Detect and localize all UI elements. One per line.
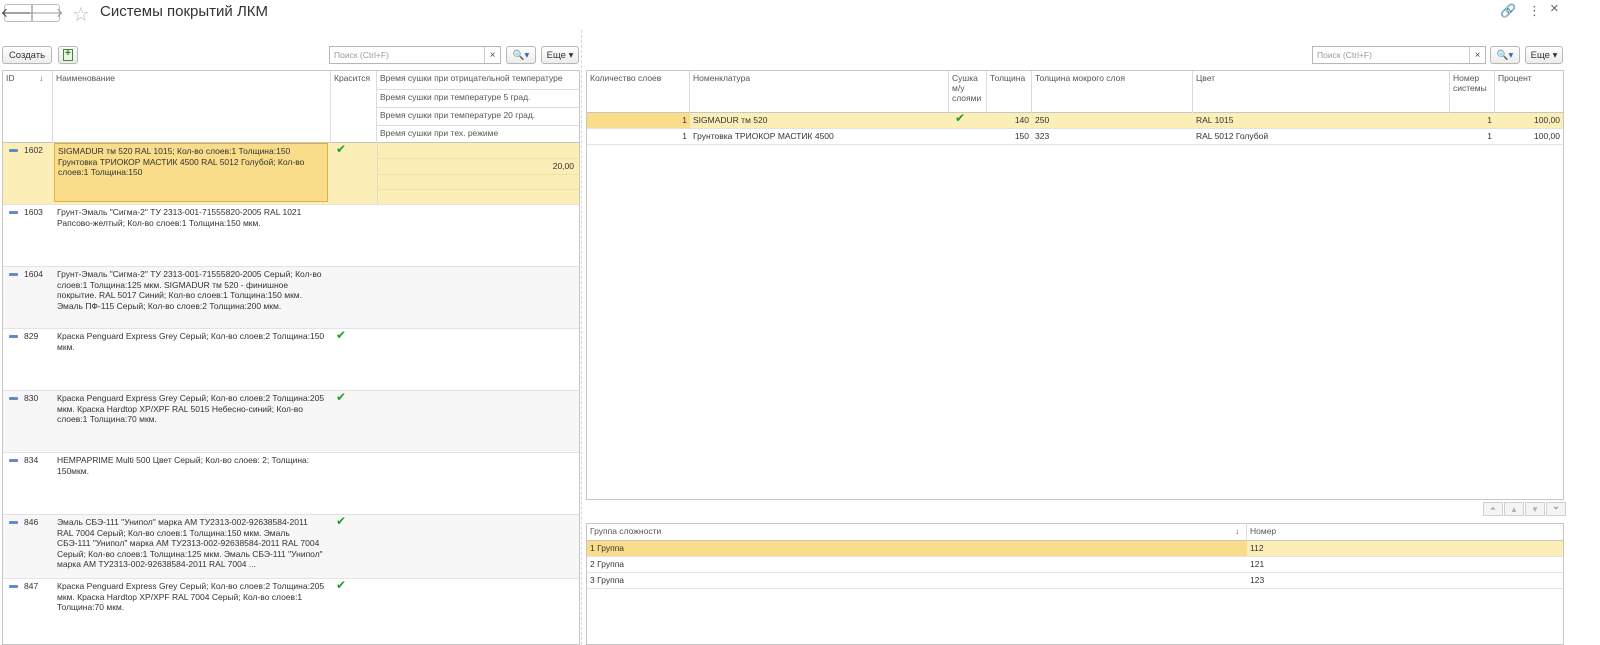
col-header-number[interactable]: Номер bbox=[1247, 524, 1563, 541]
clear-search-icon[interactable]: × bbox=[1469, 47, 1485, 63]
table-row[interactable]: 1 Грунтовка ТРИОКОР МАСТИК 4500 150 323 … bbox=[587, 129, 1563, 145]
item-icon bbox=[9, 273, 18, 276]
table-header: Количество слоев Номенклатура Сушка м/у … bbox=[587, 71, 1563, 113]
arrow-top-icon: ⏶ bbox=[1489, 504, 1497, 513]
add-document-icon bbox=[63, 48, 73, 61]
search-options-button-left[interactable]: 🔍▾ bbox=[506, 46, 536, 64]
move-top-button[interactable]: ⏶ bbox=[1483, 502, 1503, 516]
paint-check-icon: ✔ bbox=[336, 390, 347, 404]
col-header-id[interactable]: ID ↓ bbox=[3, 71, 53, 143]
item-icon bbox=[9, 149, 18, 152]
page-title: Системы покрытий ЛКМ bbox=[100, 3, 269, 20]
table-row[interactable]: 846 Эмаль СБЭ-111 "Унипол" марка АМ ТУ23… bbox=[3, 514, 579, 579]
create-button[interactable]: Создать bbox=[2, 46, 52, 64]
forward-button[interactable]: 🡒 bbox=[29, 4, 63, 22]
more-button-left[interactable]: Еще ▾ bbox=[541, 46, 579, 64]
sort-down-icon: ↓ bbox=[1235, 526, 1240, 536]
sort-down-icon: ↓ bbox=[39, 73, 44, 83]
table-row[interactable]: 1604 Грунт-Эмаль "Сигма-2" ТУ 2313-001-7… bbox=[3, 267, 579, 329]
col-header-nomenclature[interactable]: Номенклатура bbox=[690, 71, 949, 113]
col-header-dry-5[interactable]: Время сушки при температуре 5 град. bbox=[377, 90, 579, 107]
table-row[interactable]: 830 Краска Penguard Express Grey Серый; … bbox=[3, 390, 579, 453]
search-placeholder: Поиск (Ctrl+F) bbox=[334, 50, 389, 60]
table-header: Группа сложности ↓ Номер bbox=[587, 524, 1563, 541]
more-button-right[interactable]: Еще ▾ bbox=[1525, 46, 1563, 64]
table-row[interactable]: 3 Группа 123 bbox=[587, 573, 1563, 589]
arrow-up-icon: ▲ bbox=[1510, 504, 1518, 514]
table-row[interactable]: 1602 SIGMADUR тм 520 RAL 1015; Кол-во сл… bbox=[3, 142, 579, 205]
table-row[interactable]: 847 Краска Penguard Express Grey Серый; … bbox=[3, 578, 579, 644]
close-icon[interactable]: × bbox=[1550, 0, 1559, 17]
col-header-drying[interactable]: Сушка м/у слоями bbox=[949, 71, 987, 113]
col-header-name[interactable]: Наименование bbox=[53, 71, 331, 143]
arrow-down-icon: ▼ bbox=[1531, 504, 1539, 514]
paint-check-icon: ✔ bbox=[336, 514, 347, 528]
more-vertical-icon[interactable]: ⋮ bbox=[1528, 3, 1541, 19]
paint-check-icon: ✔ bbox=[336, 328, 347, 342]
drying-check-icon: ✔ bbox=[955, 111, 966, 125]
col-header-dry-neg[interactable]: Время сушки при отрицательной температур… bbox=[377, 71, 579, 89]
move-up-button[interactable]: ▲ bbox=[1504, 502, 1524, 516]
col-header-count[interactable]: Количество слоев bbox=[587, 71, 690, 113]
move-down-button[interactable]: ▼ bbox=[1525, 502, 1545, 516]
search-options-button-right[interactable]: 🔍▾ bbox=[1490, 46, 1520, 64]
coating-systems-table: ID ↓ Наименование Красится Время сушки п… bbox=[2, 70, 580, 645]
search-input-left[interactable]: Поиск (Ctrl+F) × bbox=[329, 46, 501, 64]
col-header-paint[interactable]: Красится bbox=[331, 71, 377, 143]
col-header-dry-tech[interactable]: Время сушки при тех. режиме bbox=[377, 126, 579, 143]
table-row[interactable]: 834 HEMPAPRIME Multi 500 Цвет Серый; Кол… bbox=[3, 453, 579, 515]
item-icon bbox=[9, 521, 18, 524]
table-row[interactable]: 829 Краска Penguard Express Grey Серый; … bbox=[3, 328, 579, 391]
col-header-system-number[interactable]: Номер системы bbox=[1450, 71, 1495, 113]
col-header-color[interactable]: Цвет bbox=[1193, 71, 1450, 113]
item-icon bbox=[9, 459, 18, 462]
col-header-dry-20[interactable]: Время сушки при температуре 20 град. bbox=[377, 108, 579, 125]
search-input-right[interactable]: Поиск (Ctrl+F) × bbox=[1312, 46, 1486, 64]
item-icon bbox=[9, 335, 18, 338]
move-bottom-button[interactable]: ⏷ bbox=[1546, 502, 1566, 516]
item-icon bbox=[9, 211, 18, 214]
item-icon bbox=[9, 585, 18, 588]
paint-check-icon: ✔ bbox=[336, 142, 347, 156]
arrow-right-icon: 🡒 bbox=[28, 5, 64, 20]
complexity-groups-table: Группа сложности ↓ Номер 1 Группа 112 2 … bbox=[586, 523, 1564, 645]
col-header-group[interactable]: Группа сложности ↓ bbox=[587, 524, 1247, 541]
search-icon: 🔍▾ bbox=[512, 49, 530, 61]
col-header-thickness[interactable]: Толщина bbox=[987, 71, 1032, 113]
layers-table: Количество слоев Номенклатура Сушка м/у … bbox=[586, 70, 1564, 500]
table-row[interactable]: 1 Группа 112 bbox=[587, 541, 1563, 557]
table-row[interactable]: 1603 Грунт-Эмаль "Сигма-2" ТУ 2313-001-7… bbox=[3, 205, 579, 267]
table-row[interactable]: 1 SIGMADUR тм 520 ✔ 140 250 RAL 1015 1 1… bbox=[587, 111, 1563, 129]
arrow-bottom-icon: ⏷ bbox=[1552, 504, 1560, 513]
create-copy-button[interactable] bbox=[58, 46, 78, 64]
table-header: ID ↓ Наименование Красится Время сушки п… bbox=[3, 71, 579, 143]
table-row[interactable]: 2 Группа 121 bbox=[587, 557, 1563, 573]
col-header-percent[interactable]: Процент bbox=[1495, 71, 1563, 113]
paint-check-icon: ✔ bbox=[336, 578, 347, 592]
favorite-star-icon[interactable]: ☆ bbox=[72, 2, 90, 27]
item-icon bbox=[9, 397, 18, 400]
link-icon[interactable]: 🔗 bbox=[1500, 3, 1516, 19]
search-icon: 🔍▾ bbox=[1496, 49, 1514, 61]
col-header-wet-thickness[interactable]: Толщина мокрого слоя bbox=[1032, 71, 1193, 113]
title-bar: 🡐 🡒 ☆ Системы покрытий ЛКМ 🔗 ⋮ × bbox=[0, 0, 1600, 26]
search-placeholder: Поиск (Ctrl+F) bbox=[1317, 50, 1372, 60]
panel-splitter[interactable] bbox=[581, 30, 582, 645]
clear-search-icon[interactable]: × bbox=[484, 47, 500, 63]
